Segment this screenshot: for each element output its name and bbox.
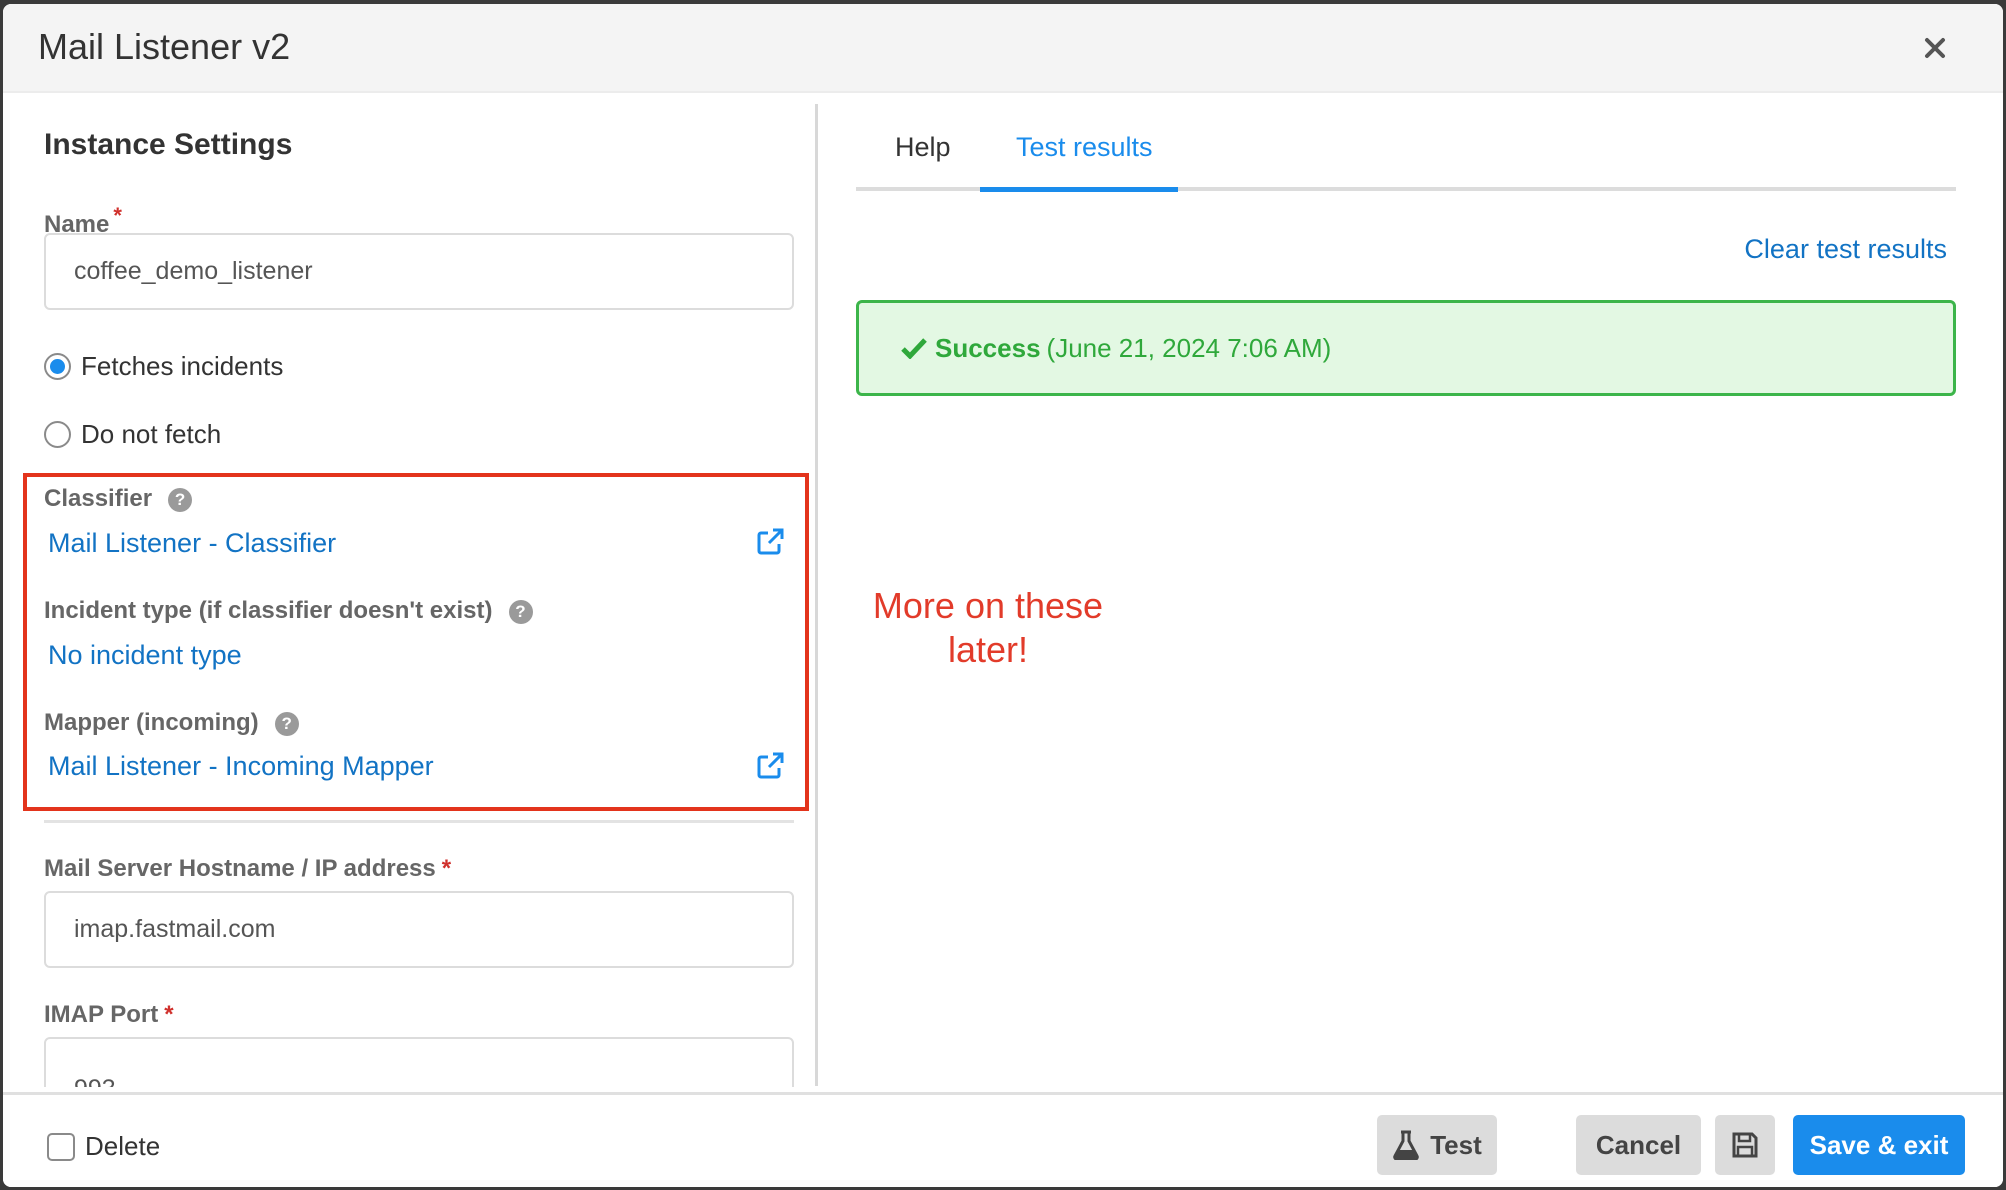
help-icon[interactable]: ? — [274, 711, 299, 736]
radio-do-not-fetch[interactable]: Do not fetch — [44, 419, 221, 450]
hostname-label-text: Mail Server Hostname / IP address — [44, 855, 436, 882]
imap-port-label-text: IMAP Port — [44, 1001, 159, 1028]
panel-divider — [815, 104, 818, 1086]
flask-icon — [1393, 1130, 1419, 1160]
mapper-link[interactable]: Mail Listener - Incoming Mapper — [48, 751, 434, 782]
name-input[interactable]: coffee_demo_listener — [44, 233, 794, 310]
checkmark-icon — [901, 338, 927, 359]
result-timestamp: (June 21, 2024 7:06 AM) — [1046, 332, 1332, 363]
delete-checkbox[interactable] — [47, 1132, 75, 1161]
floppy-disk-icon — [1732, 1132, 1758, 1158]
incident-type-label-text: Incident type (if classifier doesn't exi… — [44, 597, 493, 624]
help-icon[interactable]: ? — [508, 599, 533, 624]
dialog-header: Mail Listener v2 — [3, 4, 2003, 93]
radio-button-checked[interactable] — [44, 353, 71, 380]
mapper-label-text: Mapper (incoming) — [44, 709, 259, 736]
mapper-label: Mapper (incoming)? — [44, 709, 299, 737]
close-button[interactable] — [1917, 30, 1953, 66]
required-marker: * — [113, 203, 122, 228]
test-result-banner: Success (June 21, 2024 7:06 AM) — [856, 300, 1956, 396]
tab-help[interactable]: Help — [895, 132, 951, 163]
annotation-note: More on these later! — [843, 584, 1133, 672]
classifier-label: Classifier? — [44, 485, 193, 513]
help-icon[interactable]: ? — [168, 487, 193, 512]
clear-test-results-link[interactable]: Clear test results — [1744, 234, 1947, 265]
annotation-line: More on these — [872, 585, 1104, 626]
classifier-link[interactable]: Mail Listener - Classifier — [48, 528, 336, 559]
dialog-footer: Delete Test Cancel Save & exit — [3, 1092, 2003, 1187]
delete-label: Delete — [85, 1131, 161, 1161]
dialog-title: Mail Listener v2 — [38, 26, 291, 67]
incident-type-label: Incident type (if classifier doesn't exi… — [44, 597, 533, 625]
classifier-label-text: Classifier — [44, 485, 153, 512]
required-marker: * — [441, 855, 452, 882]
save-button[interactable] — [1715, 1115, 1775, 1175]
cancel-button[interactable]: Cancel — [1576, 1115, 1701, 1175]
radio-label: Do not fetch — [81, 419, 222, 449]
imap-port-input[interactable]: 993 — [44, 1037, 794, 1087]
hostname-input[interactable]: imap.fastmail.com — [44, 891, 794, 968]
external-link-icon[interactable] — [755, 527, 785, 557]
save-and-exit-button[interactable]: Save & exit — [1793, 1115, 1965, 1175]
radio-button[interactable] — [44, 421, 71, 448]
annotation-line: later! — [947, 629, 1029, 670]
hostname-label: Mail Server Hostname / IP address * — [44, 855, 451, 883]
right-panel-tabs: Help Test results — [856, 95, 1956, 195]
close-icon — [1925, 38, 1945, 58]
test-button-label: Test — [1430, 1129, 1482, 1160]
delete-checkbox-row[interactable]: Delete — [47, 1131, 160, 1162]
mail-listener-dialog: Mail Listener v2 Instance Settings Name *… — [3, 4, 2003, 1187]
section-divider — [44, 820, 794, 823]
radio-label: Fetches incidents — [81, 351, 284, 381]
incident-type-link[interactable]: No incident type — [48, 640, 242, 671]
test-button[interactable]: Test — [1377, 1115, 1497, 1175]
active-tab-indicator — [980, 187, 1178, 192]
instance-settings-panel: Instance Settings Name * coffee_demo_list… — [3, 95, 815, 1087]
radio-fetches-incidents[interactable]: Fetches incidents — [44, 351, 283, 382]
imap-port-label: IMAP Port * — [44, 1001, 174, 1029]
section-title: Instance Settings — [44, 128, 293, 161]
tab-test-results[interactable]: Test results — [1016, 132, 1153, 163]
external-link-icon[interactable] — [755, 751, 785, 781]
result-status: Success — [935, 332, 1041, 363]
required-marker: * — [164, 1001, 174, 1028]
